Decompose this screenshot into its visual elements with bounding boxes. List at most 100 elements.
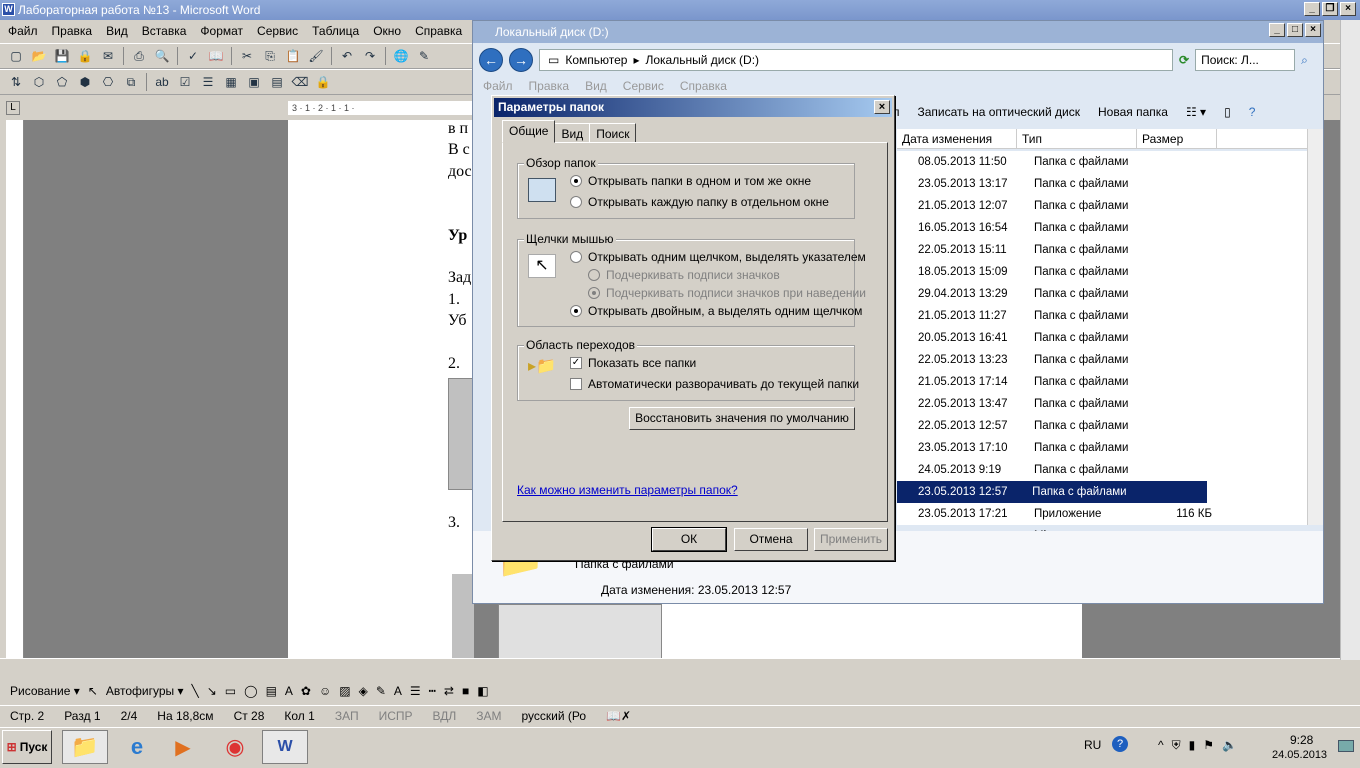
save-icon[interactable]: 💾 [52, 46, 72, 66]
network-icon[interactable]: ▮ [1189, 738, 1196, 753]
address-bar[interactable]: ▭ Компьютер ▸ Локальный диск (D:) [539, 49, 1173, 71]
file-row[interactable]: 29.04.2013 13:29 Папка с файлами [897, 283, 1307, 305]
radio-button[interactable] [570, 251, 582, 263]
file-row[interactable]: 22.05.2013 12:57 Папка с файлами [897, 415, 1307, 437]
frame-icon[interactable]: ▣ [244, 72, 264, 92]
autoshapes-menu[interactable]: Автофигуры ▾ [106, 684, 184, 698]
taskbar-word[interactable]: W [262, 730, 308, 764]
maximize-button[interactable]: □ [1287, 23, 1303, 37]
clipart-icon[interactable]: ☺ [319, 684, 331, 698]
restore-button[interactable]: ❐ [1322, 2, 1338, 16]
shadow-icon[interactable]: ■ [462, 684, 469, 698]
new-folder-button[interactable]: Новая папка [1098, 105, 1168, 119]
file-row[interactable]: 22.05.2013 15:11 Папка с файлами [897, 239, 1307, 261]
spelling-icon[interactable]: ✓ [183, 46, 203, 66]
arrow-icon[interactable]: ↘ [207, 684, 217, 698]
lock-icon[interactable]: 🔒 [313, 72, 333, 92]
file-row[interactable]: 18.05.2013 15:09 Папка с файлами [897, 261, 1307, 283]
fill-color-icon[interactable]: ◈ [359, 684, 368, 698]
word-vertical-scrollbar[interactable] [1340, 20, 1360, 660]
file-row[interactable]: 21.05.2013 17:14 Папка с файлами [897, 371, 1307, 393]
drawing-menu[interactable]: Рисование ▾ [10, 684, 80, 698]
paste-icon[interactable]: 📋 [283, 46, 303, 66]
menu-file[interactable]: Файл [8, 24, 38, 38]
cut-icon[interactable]: ✂ [237, 46, 257, 66]
burn-button[interactable]: Записать на оптический диск [918, 105, 1081, 119]
shape4-icon[interactable]: ⎔ [98, 72, 118, 92]
rectangle-icon[interactable]: ▭ [225, 684, 236, 698]
restore-defaults-button[interactable]: Восстановить значения по умолчанию [629, 407, 855, 430]
drawing-toggle-icon[interactable]: ✎ [414, 46, 434, 66]
dialog-close-button[interactable]: × [874, 100, 890, 114]
wordart-icon[interactable]: A [285, 684, 293, 698]
permission-icon[interactable]: 🔒 [75, 46, 95, 66]
file-row[interactable]: 23.05.2013 17:10 Папка с файлами [897, 437, 1307, 459]
undo-icon[interactable]: ↶ [337, 46, 357, 66]
exp-menu-edit[interactable]: Правка [529, 79, 570, 93]
print-icon[interactable]: ⎙ [129, 46, 149, 66]
open-new-window-option[interactable]: Открывать каждую папку в отдельном окне [570, 195, 829, 209]
search-icon[interactable]: ⌕ [1301, 53, 1308, 68]
font-color-icon[interactable]: A [394, 684, 402, 698]
file-list-scrollbar[interactable] [1307, 129, 1323, 525]
exp-menu-file[interactable]: Файл [483, 79, 513, 93]
menu-format[interactable]: Формат [200, 24, 243, 38]
taskbar-ie[interactable]: e [114, 730, 160, 764]
file-row[interactable]: 20.05.2013 16:41 Папка с файлами [897, 327, 1307, 349]
dash-style-icon[interactable]: ┅ [429, 684, 436, 698]
radio-button[interactable] [570, 175, 582, 187]
forward-arrow-icon[interactable]: → [509, 48, 533, 72]
clock-date[interactable]: 24.05.2013 [1272, 749, 1327, 761]
help-icon[interactable]: ? [1249, 105, 1256, 119]
shape2-icon[interactable]: ⬠ [52, 72, 72, 92]
shading-icon[interactable]: ▤ [267, 72, 287, 92]
format-painter-icon[interactable]: 🖌 [306, 46, 326, 66]
line-icon[interactable]: ╲ [191, 684, 198, 698]
table-icon[interactable]: ▦ [221, 72, 241, 92]
volume-icon[interactable]: 🔈 [1222, 738, 1237, 753]
back-arrow-icon[interactable]: ← [479, 48, 503, 72]
auto-expand-option[interactable]: Автоматически разворачивать до текущей п… [570, 377, 859, 391]
crumb-drive[interactable]: Локальный диск (D:) [645, 53, 759, 67]
exp-menu-view[interactable]: Вид [585, 79, 607, 93]
spelling-status-icon[interactable]: 📖✗ [606, 709, 631, 723]
file-row[interactable]: 23.05.2013 17:21 Приложение Micros... 116 … [897, 503, 1307, 542]
eraser-icon[interactable]: ⌫ [290, 72, 310, 92]
file-row[interactable]: 23.05.2013 12:57 Папка с файлами [897, 481, 1207, 503]
status-ext[interactable]: ВДЛ [433, 709, 457, 723]
file-row[interactable]: 22.05.2013 13:23 Папка с файлами [897, 349, 1307, 371]
radio-button[interactable] [570, 196, 582, 208]
horizontal-ruler[interactable]: 3 · 1 · 2 · 1 · 1 · [288, 101, 474, 115]
minimize-button[interactable]: _ [1304, 2, 1320, 16]
document-page-area[interactable] [662, 604, 1082, 660]
research-icon[interactable]: 📖 [206, 46, 226, 66]
arrow-style-icon[interactable]: ⇄ [444, 684, 454, 698]
file-row[interactable]: 16.05.2013 16:54 Папка с файлами [897, 217, 1307, 239]
cancel-button[interactable]: Отмена [734, 528, 808, 551]
column-size[interactable]: Размер [1137, 129, 1217, 148]
word-horizontal-scrollbar[interactable] [0, 658, 1340, 676]
open-folder-icon[interactable]: 📂 [29, 46, 49, 66]
language-indicator[interactable]: RU [1084, 738, 1101, 752]
text-field-icon[interactable]: ab [152, 72, 172, 92]
help-icon[interactable]: ? [1112, 736, 1128, 752]
select-icon[interactable]: ⇅ [6, 72, 26, 92]
menu-help[interactable]: Справка [415, 24, 462, 38]
exp-menu-tools[interactable]: Сервис [623, 79, 664, 93]
menu-tools[interactable]: Сервис [257, 24, 298, 38]
file-row[interactable]: 23.05.2013 13:17 Папка с файлами [897, 173, 1307, 195]
shape-icon[interactable]: ⬡ [29, 72, 49, 92]
checkbox[interactable] [570, 378, 582, 390]
oval-icon[interactable]: ◯ [244, 684, 257, 698]
action-center-icon[interactable]: ⚑ [1203, 738, 1214, 753]
refresh-icon[interactable]: ⟳ [1179, 53, 1189, 67]
taskbar-chrome[interactable]: ◉ [212, 730, 258, 764]
column-date[interactable]: Дата изменения [897, 129, 1017, 148]
file-row[interactable]: 24.05.2013 9:19 Папка с файлами [897, 459, 1307, 481]
start-button[interactable]: ⊞ Пуск [2, 730, 52, 764]
line-color-icon[interactable]: ✎ [376, 684, 386, 698]
pointer-icon[interactable]: ↖ [88, 684, 98, 698]
status-ovr[interactable]: ЗАМ [476, 709, 501, 723]
file-row[interactable]: 21.05.2013 12:07 Папка с файлами [897, 195, 1307, 217]
help-link[interactable]: Как можно изменить параметры папок? [517, 483, 738, 497]
